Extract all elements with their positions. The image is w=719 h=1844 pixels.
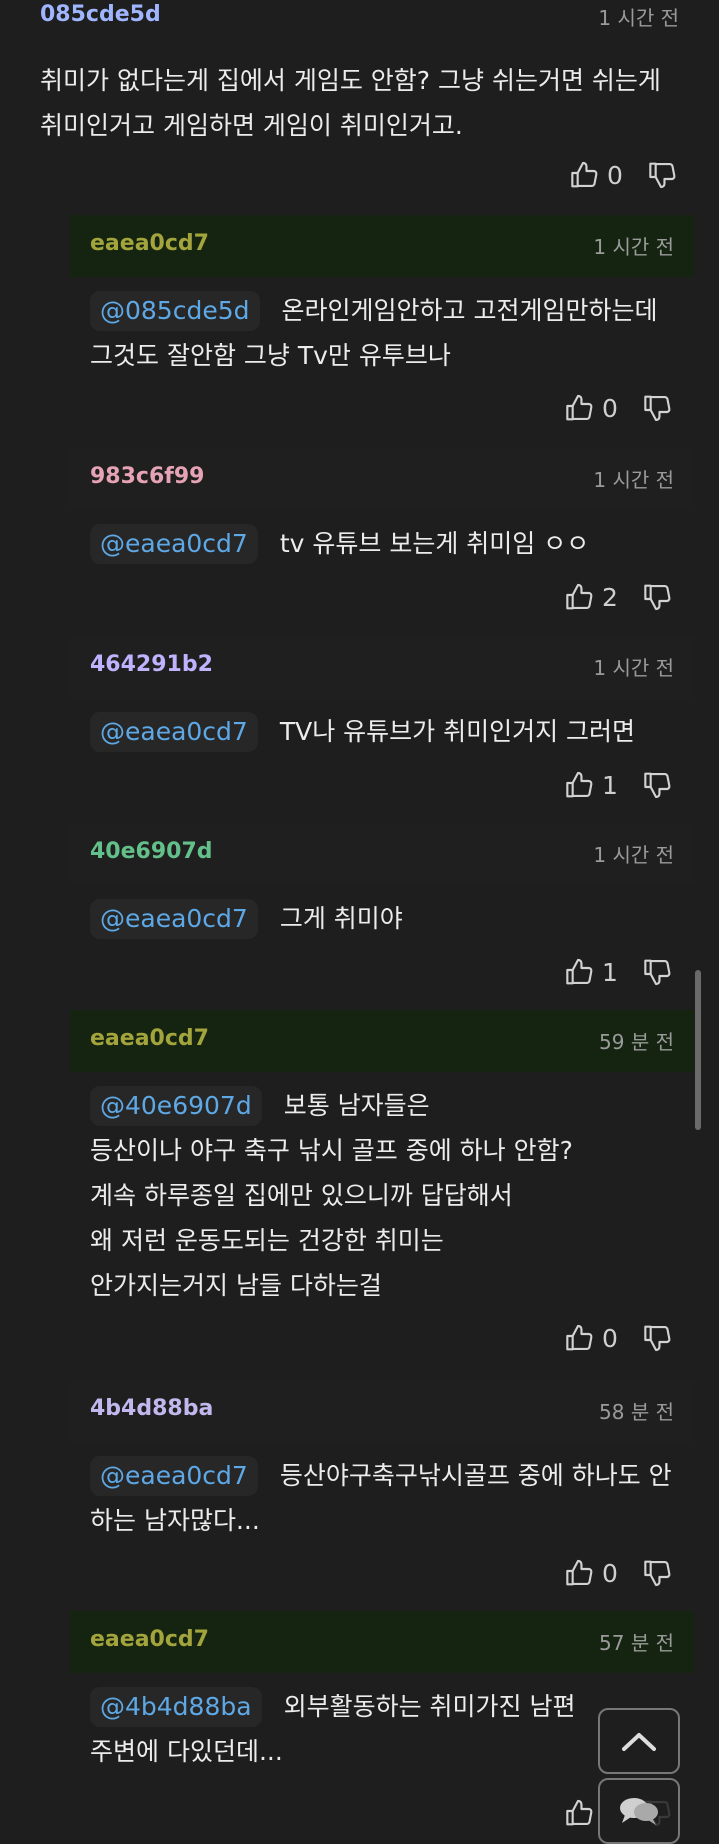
comment-line: 그게 취미야 — [279, 904, 403, 933]
reply: 983c6f99 1 시간 전 @eaea0cd7 tv 유튜브 보는게 취미임 … — [70, 448, 694, 628]
thumbs-up-icon[interactable] — [564, 1322, 596, 1354]
comment-line: 등산이나 야구 축구 낚시 골프 중에 하나 안함? — [90, 1136, 573, 1165]
comment-text: @4b4d88ba 외부활동하는 취미가진 남편 주변에 다있던데... — [90, 1684, 682, 1774]
like-count: 0 — [602, 1323, 618, 1353]
comment-line: 안가지는거지 남들 다하는걸 — [90, 1271, 382, 1300]
like-count: 0 — [602, 393, 618, 423]
comment-actions: 2 — [564, 577, 674, 617]
comment-actions: 0 — [564, 388, 674, 428]
chevron-up-icon — [620, 1729, 658, 1753]
comment-author[interactable]: 085cde5d — [40, 2, 161, 27]
comment-time: 57 분 전 — [599, 1631, 674, 1655]
comment-line: 온라인게임안하고 고전게임만하는데 — [281, 296, 658, 325]
comment-header: eaea0cd7 1 시간 전 — [70, 215, 694, 277]
like-count: 2 — [602, 582, 618, 612]
comment-line: 등산야구축구낚시골프 중에 하나도 안 — [279, 1461, 672, 1490]
comment-text: 취미가 없다는게 집에서 게임도 안함? 그냥 쉬는거면 쉬는게 취미인거고 게… — [40, 58, 707, 148]
comment-author[interactable]: 983c6f99 — [90, 464, 204, 489]
comment-header: 983c6f99 1 시간 전 — [70, 448, 694, 510]
reply: eaea0cd7 1 시간 전 @085cde5d 온라인게임안하고 고전게임만하… — [70, 215, 694, 435]
reply: eaea0cd7 59 분 전 @40e6907d 보통 남자들은 등산이나 야구… — [70, 1010, 694, 1370]
comment-line: 보통 남자들은 — [283, 1091, 430, 1120]
reply: 464291b2 1 시간 전 @eaea0cd7 TV나 유튜브가 취미인거지 … — [70, 636, 694, 816]
comment-author[interactable]: eaea0cd7 — [90, 1026, 209, 1051]
mention-link[interactable]: @085cde5d — [90, 291, 260, 331]
comment-author[interactable]: 464291b2 — [90, 652, 213, 677]
thumbs-down-icon[interactable] — [642, 1322, 674, 1354]
comment-text: @eaea0cd7 tv 유튜브 보는게 취미임 ㅇㅇ — [90, 521, 682, 566]
comment-text: @eaea0cd7 그게 취미야 — [90, 896, 682, 941]
comment-time: 1 시간 전 — [598, 6, 679, 30]
comment-actions: 0 — [564, 1553, 674, 1593]
comment-author[interactable]: 40e6907d — [90, 839, 213, 864]
comment-line: 계속 하루종일 집에만 있으니까 답답해서 — [90, 1181, 513, 1210]
thumbs-up-icon[interactable] — [569, 159, 601, 191]
comment-author[interactable]: eaea0cd7 — [90, 1627, 209, 1652]
comment-header: eaea0cd7 57 분 전 — [70, 1611, 694, 1673]
thumbs-down-icon[interactable] — [642, 1557, 674, 1589]
comment-line: 그것도 잘안함 그냥 Tv만 유투브나 — [90, 341, 451, 370]
thumbs-down-icon[interactable] — [647, 159, 679, 191]
comment-line: TV나 유튜브가 취미인거지 그러면 — [279, 717, 636, 746]
scroll-to-top-button[interactable] — [598, 1708, 680, 1774]
chat-bubbles-icon — [617, 1794, 661, 1828]
thumbs-up-icon[interactable] — [564, 769, 596, 801]
chat-button[interactable] — [598, 1778, 680, 1844]
reply: 4b4d88ba 58 분 전 @eaea0cd7 등산야구축구낚시골프 중에 하… — [70, 1380, 694, 1605]
comment-actions: 1 — [564, 952, 674, 992]
comment-line: 외부활동하는 취미가진 남편 — [283, 1692, 576, 1721]
comment-actions: 0 — [569, 155, 679, 195]
comment-text: @40e6907d 보통 남자들은 등산이나 야구 축구 낚시 골프 중에 하나 … — [90, 1083, 682, 1308]
thumbs-up-icon[interactable] — [564, 392, 596, 424]
comment-header: 4b4d88ba 58 분 전 — [70, 1380, 694, 1442]
comment-header: 464291b2 1 시간 전 — [70, 636, 694, 698]
like-count: 1 — [602, 770, 618, 800]
thumbs-down-icon[interactable] — [642, 769, 674, 801]
comment-text: @eaea0cd7 등산야구축구낚시골프 중에 하나도 안 하는 남자많다... — [90, 1453, 682, 1543]
comment-line: 취미인거고 게임하면 게임이 취미인거고. — [40, 111, 463, 140]
thumbs-up-icon[interactable] — [564, 581, 596, 613]
mention-link[interactable]: @4b4d88ba — [90, 1687, 262, 1727]
comment-line: 하는 남자많다... — [90, 1506, 260, 1535]
comment-time: 1 시간 전 — [593, 468, 674, 492]
comment-line: 주변에 다있던데... — [90, 1737, 283, 1766]
comment-text: @085cde5d 온라인게임안하고 고전게임만하는데 그것도 잘안함 그냥 Tv… — [90, 288, 682, 378]
comment-time: 58 분 전 — [599, 1400, 674, 1424]
mention-link[interactable]: @40e6907d — [90, 1086, 262, 1126]
reply: 40e6907d 1 시간 전 @eaea0cd7 그게 취미야 1 — [70, 823, 694, 1003]
comment-actions: 0 — [564, 1318, 674, 1358]
comment-header: 40e6907d 1 시간 전 — [70, 823, 694, 885]
mention-link[interactable]: @eaea0cd7 — [90, 899, 258, 939]
comment-actions: 1 — [564, 765, 674, 805]
comment-line: tv 유튜브 보는게 취미임 ㅇㅇ — [279, 529, 590, 558]
comment-time: 1 시간 전 — [593, 656, 674, 680]
comment-time: 1 시간 전 — [593, 843, 674, 867]
comment-text: @eaea0cd7 TV나 유튜브가 취미인거지 그러면 — [90, 709, 682, 754]
thumbs-down-icon[interactable] — [642, 581, 674, 613]
comment: 085cde5d 1 시간 전 취미가 없다는게 집에서 게임도 안함? 그냥 … — [0, 0, 719, 220]
like-count: 1 — [602, 957, 618, 987]
scrollbar[interactable] — [695, 970, 701, 1130]
thumbs-down-icon[interactable] — [642, 956, 674, 988]
mention-link[interactable]: @eaea0cd7 — [90, 524, 258, 564]
comment-time: 1 시간 전 — [593, 235, 674, 259]
comment-line: 왜 저런 운동도되는 건강한 취미는 — [90, 1226, 444, 1255]
comment-header: eaea0cd7 59 분 전 — [70, 1010, 694, 1072]
comment-author[interactable]: 4b4d88ba — [90, 1396, 213, 1421]
comment-time: 59 분 전 — [599, 1030, 674, 1054]
mention-link[interactable]: @eaea0cd7 — [90, 712, 258, 752]
thumbs-up-icon[interactable] — [564, 1557, 596, 1589]
thumbs-down-icon[interactable] — [642, 392, 674, 424]
comment-author[interactable]: eaea0cd7 — [90, 231, 209, 256]
thumbs-up-icon[interactable] — [564, 1797, 596, 1829]
comment-line: 취미가 없다는게 집에서 게임도 안함? 그냥 쉬는거면 쉬는게 — [40, 66, 661, 95]
comment-header: 085cde5d 1 시간 전 — [0, 0, 719, 62]
like-count: 0 — [607, 160, 623, 190]
mention-link[interactable]: @eaea0cd7 — [90, 1456, 258, 1496]
thumbs-up-icon[interactable] — [564, 956, 596, 988]
like-count: 0 — [602, 1558, 618, 1588]
